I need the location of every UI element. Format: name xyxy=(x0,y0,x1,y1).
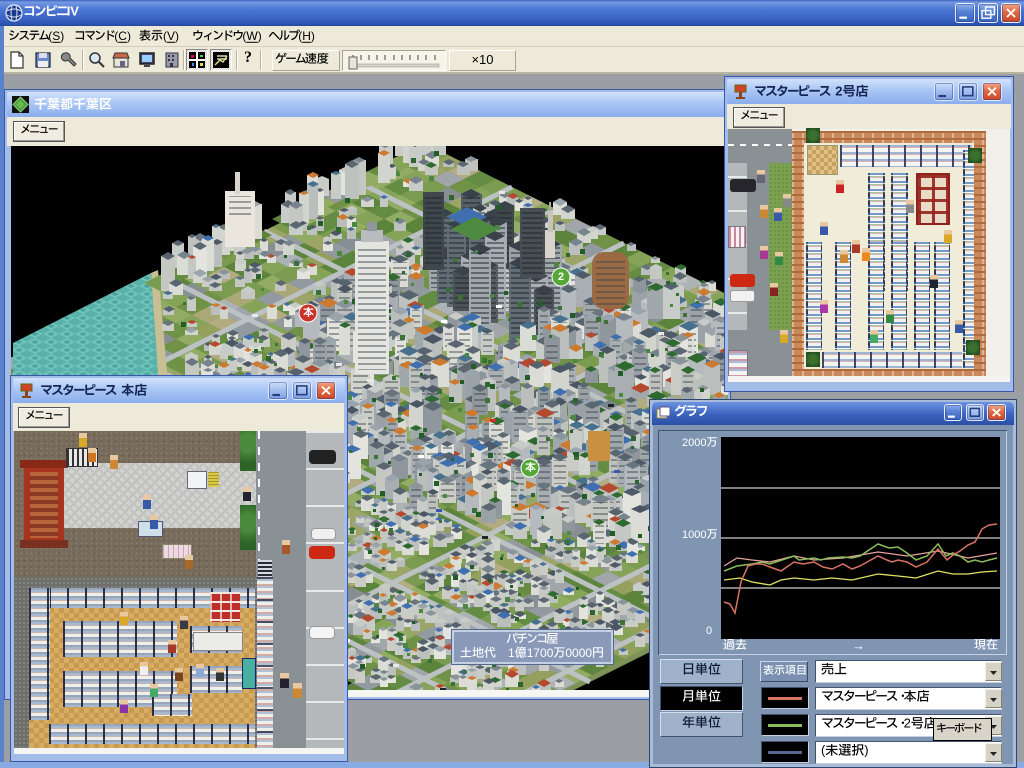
svg-text:W: W xyxy=(246,29,258,43)
svg-text:): ) xyxy=(175,29,179,43)
svg-text:V: V xyxy=(70,4,79,19)
svg-text:): ) xyxy=(258,29,262,43)
svg-text:): ) xyxy=(60,29,64,43)
svg-text:H: H xyxy=(302,29,311,43)
svg-text:2: 2 xyxy=(835,84,842,99)
svg-text:0: 0 xyxy=(547,646,554,660)
svg-text:): ) xyxy=(127,29,131,43)
svg-text:S: S xyxy=(52,29,60,43)
svg-text:V: V xyxy=(167,29,175,43)
svg-text:1: 1 xyxy=(508,646,515,660)
svg-text:): ) xyxy=(311,29,315,43)
svg-text:(: ( xyxy=(821,744,826,758)
svg-text:C: C xyxy=(118,29,127,43)
svg-text:0: 0 xyxy=(585,646,592,660)
svg-text:0: 0 xyxy=(700,437,706,449)
svg-text:0: 0 xyxy=(700,529,706,541)
svg-text:): ) xyxy=(864,744,868,758)
svg-text:2: 2 xyxy=(904,717,911,731)
